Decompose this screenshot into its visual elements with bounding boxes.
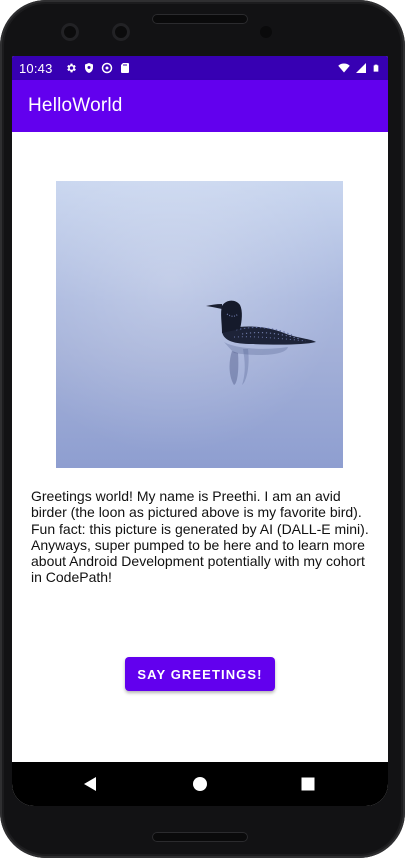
navigation-bar xyxy=(12,762,388,806)
sd-card-icon xyxy=(120,63,129,73)
recents-icon xyxy=(301,777,315,791)
status-time: 10:43 xyxy=(19,60,53,76)
device-screen: 10:43 HelloWorld Greetings world! My nam… xyxy=(12,56,388,806)
battery-icon xyxy=(373,64,379,72)
gear-icon xyxy=(66,63,76,73)
app-title: HelloWorld xyxy=(28,95,123,116)
front-camera-secondary xyxy=(112,23,130,41)
main-content: Greetings world! My name is Preethi. I a… xyxy=(12,132,388,762)
app-bar: HelloWorld xyxy=(12,80,388,132)
earpiece-speaker xyxy=(152,14,248,24)
bottom-speaker xyxy=(152,832,248,842)
notification-icons xyxy=(65,62,131,74)
shield-icon xyxy=(84,63,93,73)
wifi-icon xyxy=(338,63,350,73)
front-camera xyxy=(61,23,79,41)
signal-icon xyxy=(356,63,366,73)
say-greetings-button[interactable]: SAY GREETINGS! xyxy=(125,657,275,691)
status-bar: 10:43 xyxy=(12,56,388,80)
loon-image xyxy=(56,181,343,468)
loon-photo xyxy=(56,181,343,468)
recents-button[interactable] xyxy=(298,774,318,794)
back-icon xyxy=(84,777,96,791)
at-sign-icon xyxy=(101,62,112,74)
proximity-sensor xyxy=(260,26,272,38)
phone-frame: 10:43 HelloWorld Greetings world! My nam… xyxy=(0,0,405,858)
back-button[interactable] xyxy=(80,774,100,794)
home-icon xyxy=(193,777,207,791)
home-button[interactable] xyxy=(190,774,210,794)
bio-text: Greetings world! My name is Preethi. I a… xyxy=(31,488,369,586)
system-status-icons xyxy=(338,62,380,74)
